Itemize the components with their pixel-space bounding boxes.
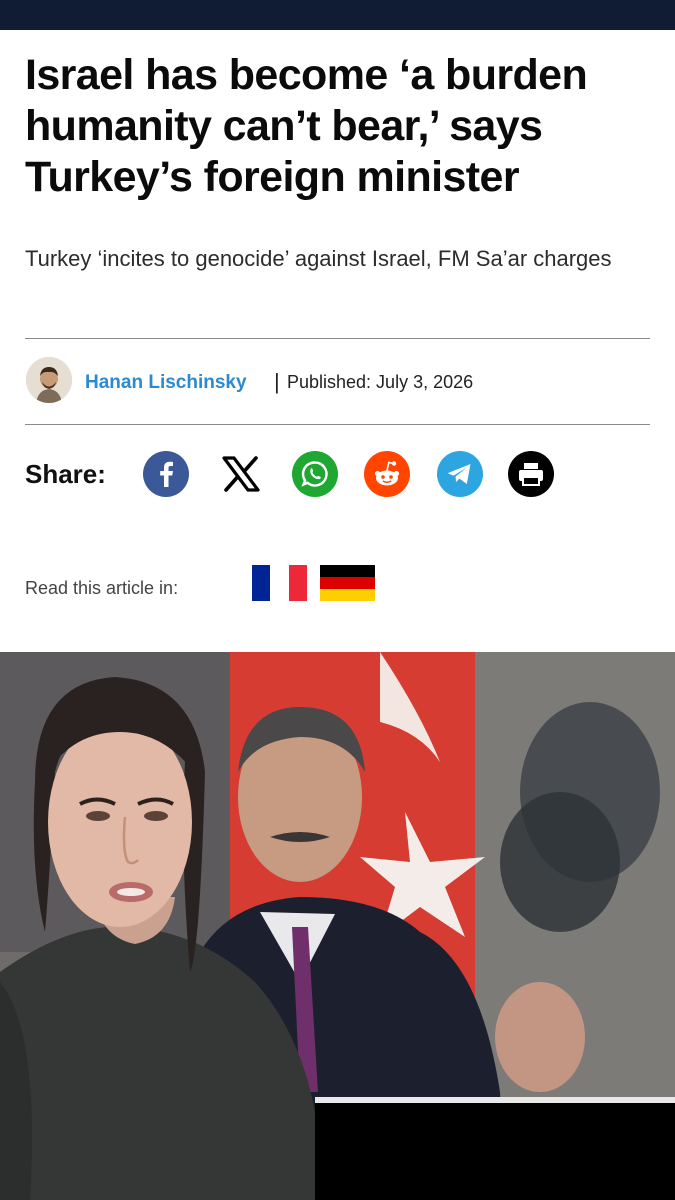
whatsapp-icon [301,461,328,487]
x-logo-icon [222,456,260,492]
french-flag-link[interactable] [252,565,307,601]
top-bar [0,0,675,30]
author-avatar[interactable] [26,357,72,403]
divider [25,424,650,425]
article-subheadline: Turkey ‘incites to genocide’ against Isr… [25,246,612,271]
facebook-icon [160,461,173,487]
french-flag-icon [252,565,307,601]
share-label: Share: [25,459,106,489]
german-flag-link[interactable] [320,565,375,601]
author-link[interactable]: Hanan Lischinsky [85,372,247,394]
translations-label: Read this article in: [25,578,179,598]
facebook-share-button[interactable] [143,451,189,497]
whatsapp-share-button[interactable] [292,451,338,497]
reddit-share-button[interactable] [364,451,410,497]
divider [25,338,650,339]
article-headline: Israel has become ‘a burden humanity can… [25,51,588,201]
printer-icon [519,463,543,486]
print-button[interactable] [508,451,554,497]
published-date: Published: July 3, 2026 [287,372,474,392]
telegram-icon [447,464,471,484]
article-photo [0,652,675,1200]
byline-separator: | [274,369,280,394]
german-flag-icon [320,565,375,601]
x-share-button[interactable] [218,451,264,497]
reddit-icon [374,461,400,486]
telegram-share-button[interactable] [437,451,483,497]
